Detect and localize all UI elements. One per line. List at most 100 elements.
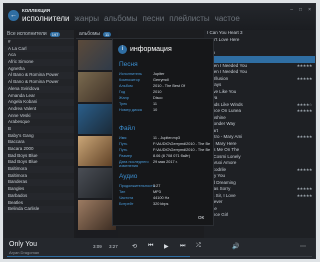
album-cover[interactable] bbox=[78, 40, 116, 70]
next-icon[interactable]: ⏭ bbox=[180, 243, 185, 250]
artist-item[interactable]: Barbados bbox=[4, 192, 74, 200]
album-cover[interactable] bbox=[78, 200, 116, 230]
property-value: 29 мая 2017 г. bbox=[153, 160, 178, 164]
artist-item[interactable]: Bad Boys Blue bbox=[4, 152, 74, 160]
back-button[interactable]: ← bbox=[8, 10, 19, 21]
dialog-title-text: информация bbox=[130, 46, 172, 53]
song-row[interactable]: Dance Girl bbox=[204, 212, 315, 219]
artist-item[interactable]: # bbox=[4, 39, 74, 46]
artist-item[interactable]: Amanda Lear bbox=[4, 93, 74, 100]
tab-playlists[interactable]: плейлисты bbox=[169, 14, 209, 23]
artist-item[interactable]: Baby's Gang bbox=[4, 133, 74, 140]
album-cover[interactable] bbox=[78, 136, 116, 166]
property-key: Имя bbox=[119, 136, 127, 140]
albums-header-label: альбомы bbox=[79, 31, 100, 37]
file-section-title: Файл bbox=[119, 125, 135, 132]
property-row: Номер диска 10 bbox=[119, 108, 210, 113]
property-row: Трек 11 bbox=[119, 102, 210, 107]
now-playing-artist: Aryan Dragoman bbox=[9, 250, 40, 255]
artist-item[interactable]: Baccara bbox=[4, 139, 74, 146]
property-value: 11 - Jupiter.mp3 bbox=[153, 136, 180, 140]
artist-item[interactable]: Angela Kobani bbox=[4, 99, 74, 106]
progress-fill bbox=[7, 256, 190, 257]
artist-item[interactable]: Bacara 2000 bbox=[4, 146, 74, 153]
tab-artists[interactable]: исполнители bbox=[22, 14, 70, 23]
play-icon[interactable]: ▶ bbox=[164, 243, 169, 250]
previous-icon[interactable]: ⏮ bbox=[148, 243, 153, 250]
property-row: Исполнитель Jupiter bbox=[119, 72, 210, 77]
artist-item[interactable]: Alena Sviridova bbox=[4, 85, 74, 93]
property-row: Год 2010 bbox=[119, 90, 210, 95]
elapsed-time: 3:09 bbox=[93, 244, 102, 249]
artist-item[interactable]: Afric Simone bbox=[4, 59, 74, 66]
shuffle-icon[interactable]: ⤮ bbox=[196, 243, 201, 250]
maximize-button[interactable]: □ bbox=[299, 7, 302, 13]
property-row: Композитор Gerrymdl bbox=[119, 78, 210, 83]
property-value: Gerrymdl bbox=[153, 78, 169, 82]
total-time: 3:27 bbox=[109, 244, 118, 249]
property-key: Альбом bbox=[119, 84, 133, 88]
close-button[interactable]: × bbox=[308, 7, 311, 13]
tab-frequent[interactable]: частое bbox=[215, 14, 240, 23]
artist-item[interactable]: Baltimora bbox=[4, 173, 74, 180]
artist-item[interactable]: Bad Boys Blue bbox=[4, 159, 74, 166]
property-key: Год bbox=[119, 90, 126, 94]
tab-genres[interactable]: жанры bbox=[75, 14, 99, 23]
property-key: Дата последнего изменения bbox=[119, 160, 149, 168]
album-cover[interactable] bbox=[78, 168, 116, 198]
repeat-icon[interactable]: ⟲ bbox=[132, 243, 137, 250]
artist-item[interactable]: Aca bbox=[4, 52, 74, 59]
property-value: 11 bbox=[153, 102, 157, 106]
artist-item[interactable]: Anne Veski bbox=[4, 112, 74, 120]
tab-albums[interactable]: альбомы bbox=[104, 14, 138, 23]
collection-tabs: исполнители жанры альбомы песни плейлист… bbox=[22, 14, 240, 23]
artist-list: # A La Carl Aca Afric Simone Agnetha Al Bano … bbox=[4, 39, 74, 213]
artist-item[interactable]: A La Carl bbox=[4, 45, 74, 53]
song-list: I Can You Heart 3Don't Love HereSunMeWhe… bbox=[204, 30, 315, 219]
artist-item[interactable]: Baltimora bbox=[4, 166, 74, 173]
property-row: Жанр Disco bbox=[119, 96, 210, 101]
artist-item[interactable]: Andrea Valent bbox=[4, 106, 74, 113]
artist-item[interactable]: Al Bano & Romina Power bbox=[4, 79, 74, 86]
tab-songs[interactable]: песни bbox=[143, 14, 165, 23]
menu-icon[interactable]: ⋯ bbox=[300, 243, 306, 250]
property-key: Частота bbox=[119, 196, 134, 200]
song-section-title: Песня bbox=[119, 61, 138, 68]
progress-bar[interactable] bbox=[7, 256, 312, 257]
property-value: 44100 Hz bbox=[153, 196, 170, 200]
artist-item[interactable]: Bangles bbox=[4, 186, 74, 193]
property-key: Тип bbox=[119, 190, 126, 194]
app-title: КОЛЛЕКЦИЯ bbox=[22, 8, 50, 13]
property-row: Битрейт 320 kbps bbox=[119, 202, 210, 207]
artist-item[interactable]: Al Bano & Romina Power bbox=[4, 72, 74, 80]
window-controls: – □ × bbox=[290, 7, 311, 13]
artists-count-badge: 197 bbox=[49, 31, 61, 37]
property-value: 8.06 (8 708 071 байт) bbox=[153, 154, 190, 158]
album-cover[interactable] bbox=[78, 104, 116, 134]
property-key: Путь bbox=[119, 142, 128, 146]
property-value: 320 kbps bbox=[153, 202, 169, 206]
artists-pane: Все исполнители 197 # A La Carl Aca Afric S… bbox=[4, 30, 74, 240]
property-key: Путь bbox=[119, 148, 128, 152]
artist-item[interactable]: Beatles bbox=[4, 200, 74, 207]
volume-icon[interactable]: 🔊 bbox=[232, 243, 239, 250]
artist-item[interactable]: B bbox=[4, 125, 74, 133]
property-row: Дата последнего изменения 29 мая 2017 г. bbox=[119, 160, 210, 168]
minimize-button[interactable]: – bbox=[290, 7, 293, 13]
artist-item[interactable]: Agnetha bbox=[4, 66, 74, 73]
artist-item[interactable]: Belinda Carlisle bbox=[4, 206, 74, 213]
property-key: Номер диска bbox=[119, 108, 142, 112]
property-key: Трек bbox=[119, 102, 127, 106]
property-value: 3:27 bbox=[153, 184, 161, 188]
artist-item[interactable]: Banderas bbox=[4, 179, 74, 187]
ok-button[interactable]: ОК bbox=[195, 214, 207, 221]
player-bar: Only You Aryan Dragoman 3:09 3:27 ⟲ ⏮ ▶ … bbox=[4, 238, 315, 258]
songs-pane: I Can You Heart 3Don't Love HereSunMeWhe… bbox=[204, 30, 315, 240]
album-cover[interactable] bbox=[78, 72, 116, 102]
property-key: Исполнитель bbox=[119, 72, 143, 76]
artist-item[interactable]: Arabesque bbox=[4, 119, 74, 126]
artists-header-label: Все исполнители bbox=[7, 31, 47, 37]
property-row: Размер 8.06 (8 708 071 байт) bbox=[119, 154, 210, 159]
property-key: Жанр bbox=[119, 96, 129, 100]
artists-header[interactable]: Все исполнители 197 bbox=[4, 30, 74, 39]
